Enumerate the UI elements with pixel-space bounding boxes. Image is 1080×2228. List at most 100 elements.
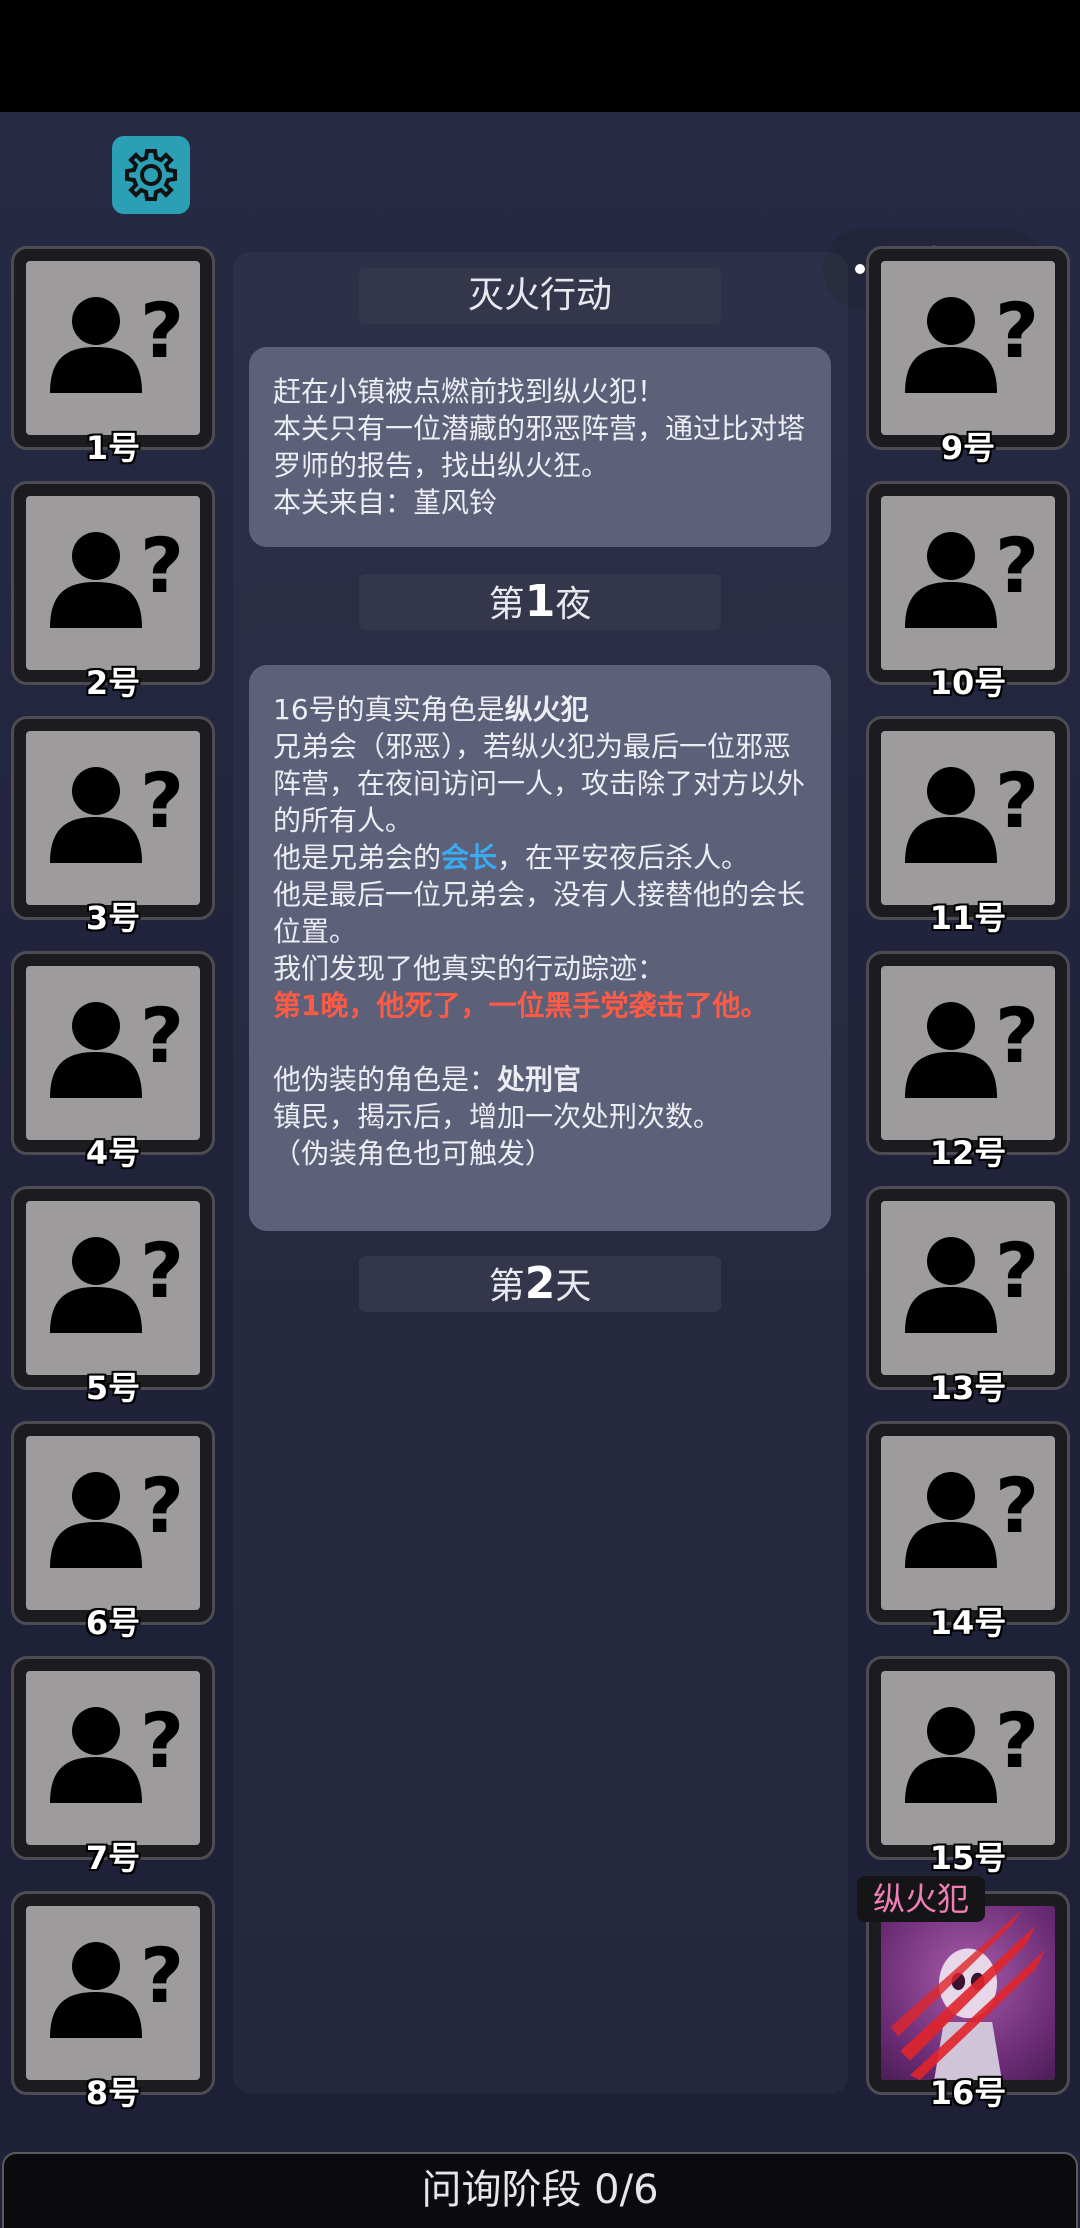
- player-avatar: ?: [26, 966, 200, 1140]
- player-number-label: 10号: [929, 664, 1007, 702]
- player-number-label: 1号: [85, 429, 141, 467]
- player-card[interactable]: ? 3号: [11, 716, 215, 937]
- svg-text:?: ?: [995, 756, 1039, 845]
- disguise-line: 他伪装的角色是：处刑官: [273, 1061, 807, 1098]
- leader-keyword[interactable]: 会长: [441, 841, 497, 874]
- svg-text:?: ?: [140, 521, 184, 610]
- intro-line-2: 本关只有一位潜藏的邪恶阵营，通过比对塔罗师的报告，找出纵火狂。: [273, 412, 806, 482]
- player-number-label: 13号: [929, 1369, 1007, 1407]
- svg-text:?: ?: [140, 1931, 184, 2020]
- player-number-label: 9号: [940, 429, 996, 467]
- leader-line: 他是兄弟会的会长，在平安夜后杀人。: [273, 839, 807, 876]
- player-number-label: 14号: [929, 1604, 1007, 1642]
- unknown-person-icon: ?: [905, 1226, 1039, 1333]
- player-avatar: ?: [881, 731, 1055, 905]
- night-1-card: 16号的真实角色是纵火犯 兄弟会（邪恶），若纵火犯为最后一位邪恶阵营，在夜间访问…: [249, 665, 831, 1231]
- unknown-person-icon: ?: [50, 1461, 184, 1568]
- unknown-person-icon: ?: [50, 1226, 184, 1333]
- svg-text:?: ?: [140, 1696, 184, 1785]
- svg-text:?: ?: [140, 286, 184, 375]
- reveal-line: 16号的真实角色是纵火犯: [273, 691, 807, 728]
- player-avatar: ?: [26, 731, 200, 905]
- gear-icon: [125, 149, 177, 201]
- svg-text:?: ?: [995, 991, 1039, 1080]
- player-avatar: ?: [881, 496, 1055, 670]
- player-avatar: ?: [26, 1671, 200, 1845]
- level-title: 灭火行动: [359, 268, 721, 324]
- svg-text:?: ?: [995, 1696, 1039, 1785]
- player-card[interactable]: ? 15号: [866, 1656, 1070, 1877]
- reveal-role: 纵火犯: [504, 693, 589, 726]
- unknown-person-icon: ?: [905, 1461, 1039, 1568]
- player-number-label: 5号: [85, 1369, 141, 1407]
- svg-text:?: ?: [140, 991, 184, 1080]
- unknown-person-icon: ?: [50, 1696, 184, 1803]
- reveal-prefix: 16号的真实角色是: [273, 693, 505, 726]
- svg-text:?: ?: [140, 1461, 184, 1550]
- player-card[interactable]: ? 12号: [866, 951, 1070, 1172]
- last-member-line: 他是最后一位兄弟会，没有人接替他的会长位置。: [273, 878, 806, 948]
- player-card[interactable]: ? 4号: [11, 951, 215, 1172]
- player-number-label: 11号: [929, 899, 1007, 937]
- player-number-label: 6号: [85, 1604, 141, 1642]
- player-avatar: ?: [881, 261, 1055, 435]
- player-card[interactable]: ? 1号: [11, 246, 215, 467]
- player-avatar: ?: [26, 261, 200, 435]
- player-number-label: 15号: [929, 1839, 1007, 1877]
- leader-suffix: ，在平安夜后杀人。: [497, 841, 750, 874]
- intro-line-1: 赶在小镇被点燃前找到纵火犯！: [273, 375, 666, 408]
- status-bar: [0, 0, 1080, 112]
- unknown-person-icon: ?: [50, 286, 184, 393]
- player-number-label: 7号: [85, 1839, 141, 1877]
- revealed-role-tag: 纵火犯: [857, 1876, 986, 1922]
- track-event: 第1晚，他死了，一位黑手党袭击了他。: [273, 989, 769, 1022]
- unknown-person-icon: ?: [905, 521, 1039, 628]
- night-suffix: 夜: [555, 584, 592, 625]
- player-card[interactable]: ? 9号: [866, 246, 1070, 467]
- player-avatar: ?: [881, 1436, 1055, 1610]
- unknown-person-icon: ?: [50, 521, 184, 628]
- disguise-note: （伪装角色也可触发）: [273, 1137, 554, 1170]
- phase-text: 问询阶段 0/6: [421, 2167, 659, 2213]
- role-portrait: [881, 1906, 1055, 2080]
- player-avatar: ?: [26, 1436, 200, 1610]
- svg-text:?: ?: [995, 1226, 1039, 1315]
- unknown-person-icon: ?: [905, 286, 1039, 393]
- leader-prefix: 他是兄弟会的: [273, 841, 442, 874]
- player-card[interactable]: ? 6号: [11, 1421, 215, 1642]
- level-intro-card: 赶在小镇被点燃前找到纵火犯！ 本关只有一位潜藏的邪恶阵营，通过比对塔罗师的报告，…: [249, 347, 831, 547]
- player-number-label: 8号: [85, 2074, 141, 2112]
- unknown-person-icon: ?: [50, 991, 184, 1098]
- settings-button[interactable]: [112, 136, 190, 214]
- unknown-person-icon: ?: [50, 756, 184, 863]
- player-number-label: 2号: [85, 664, 141, 702]
- day-2-header: 第2天: [359, 1256, 721, 1312]
- svg-text:?: ?: [995, 521, 1039, 610]
- night-number: 1: [524, 576, 556, 627]
- player-card[interactable]: ? 14号: [866, 1421, 1070, 1642]
- svg-text:?: ?: [140, 1226, 184, 1315]
- player-card[interactable]: ? 11号: [866, 716, 1070, 937]
- player-card[interactable]: ? 13号: [866, 1186, 1070, 1407]
- slash-claw-icon: [890, 1910, 1046, 2080]
- player-card[interactable]: ? 8号: [11, 1891, 215, 2112]
- disguise-role: 处刑官: [497, 1063, 582, 1096]
- player-number-label: 4号: [85, 1134, 141, 1172]
- player-card[interactable]: ? 2号: [11, 481, 215, 702]
- day-prefix: 第: [488, 1266, 525, 1307]
- player-avatar: ?: [26, 1906, 200, 2080]
- player-card[interactable]: ? 10号: [866, 481, 1070, 702]
- player-avatar: ?: [26, 1201, 200, 1375]
- player-avatar: ?: [881, 966, 1055, 1140]
- player-card[interactable]: ? 5号: [11, 1186, 215, 1407]
- unknown-person-icon: ?: [905, 756, 1039, 863]
- svg-text:?: ?: [140, 756, 184, 845]
- unknown-person-icon: ?: [50, 1931, 184, 2038]
- svg-text:?: ?: [995, 1461, 1039, 1550]
- player-card[interactable]: ? 7号: [11, 1656, 215, 1877]
- disguise-prefix: 他伪装的角色是：: [273, 1063, 498, 1096]
- unknown-person-icon: ?: [905, 991, 1039, 1098]
- unknown-person-icon: ?: [905, 1696, 1039, 1803]
- level-title-text: 灭火行动: [467, 275, 612, 316]
